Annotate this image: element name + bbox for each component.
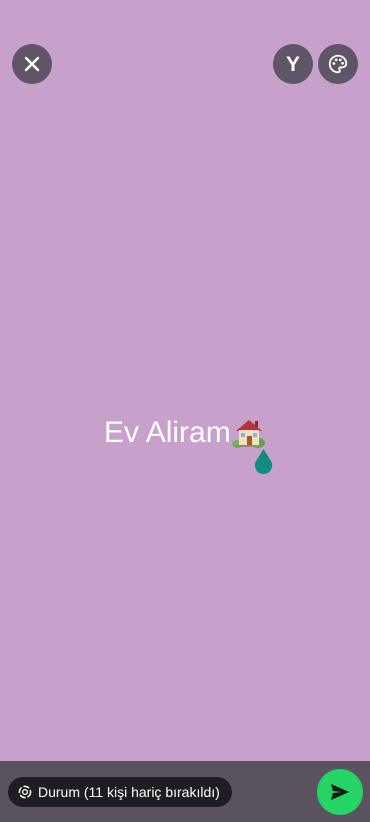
font-style-button[interactable]: Y	[273, 44, 313, 84]
house-with-garden-icon	[231, 419, 265, 448]
status-text-editor[interactable]: Ev Aliram	[104, 411, 266, 455]
font-style-label: Y	[285, 53, 300, 76]
send-button[interactable]	[317, 769, 363, 815]
status-composer-screen: Y Ev Aliram Durum (11 kişi hariç bırakıl…	[0, 0, 370, 822]
status-privacy-chip[interactable]: Durum (11 kişi hariç bırakıldı)	[8, 777, 232, 807]
palette-icon	[328, 54, 348, 74]
color-palette-button[interactable]	[318, 44, 358, 84]
bottom-bar: Durum (11 kişi hariç bırakıldı)	[0, 761, 370, 822]
status-ring-icon	[18, 785, 32, 799]
status-privacy-label: Durum (11 kişi hariç bırakıldı)	[38, 784, 220, 800]
close-icon	[24, 56, 40, 72]
text-cursor-handle[interactable]	[253, 448, 274, 475]
close-button[interactable]	[12, 44, 52, 84]
status-text: Ev Aliram	[104, 416, 231, 449]
send-icon	[331, 784, 349, 800]
